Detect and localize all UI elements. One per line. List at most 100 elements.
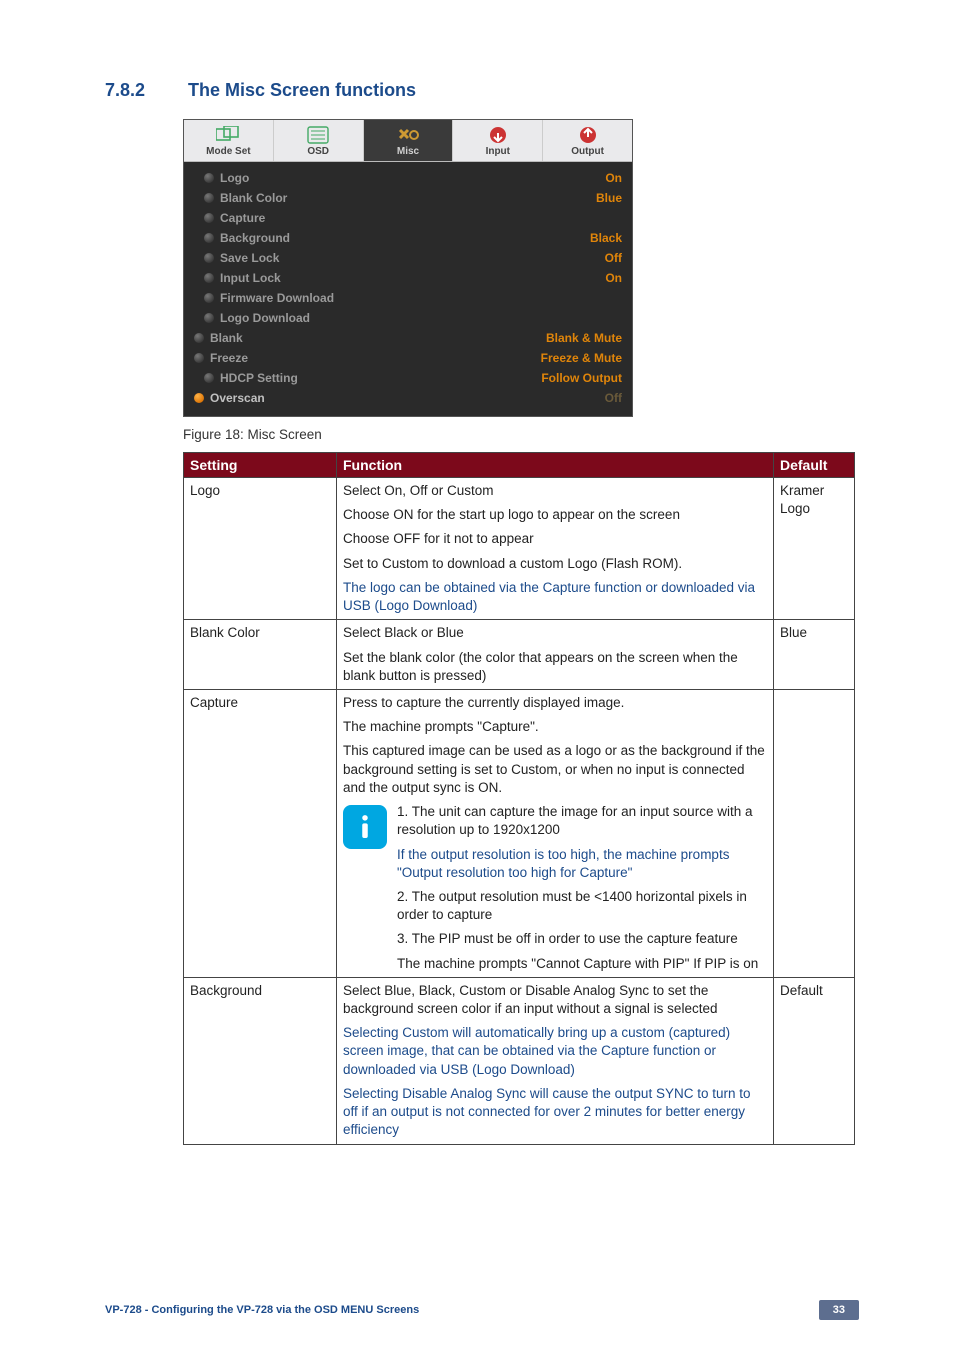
osd-item-label: Firmware Download xyxy=(220,291,622,305)
bullet-icon xyxy=(204,313,214,323)
fn-line: Press to capture the currently displayed… xyxy=(343,694,767,712)
output-icon xyxy=(576,126,600,144)
osd-row[interactable]: BackgroundBlack xyxy=(194,228,622,248)
tab-label: OSD xyxy=(307,146,329,157)
info-note: If the output resolution is too high, th… xyxy=(397,846,767,882)
info-block: 1. The unit can capture the image for an… xyxy=(343,803,767,973)
bullet-icon xyxy=(204,373,214,383)
cell-function: Select Blue, Black, Custom or Disable An… xyxy=(337,977,774,1144)
osd-row[interactable]: BlankBlank & Mute xyxy=(194,328,622,348)
osd-row[interactable]: HDCP SettingFollow Output xyxy=(194,368,622,388)
bullet-icon xyxy=(204,213,214,223)
osd-panel: Mode Set OSD Misc Input Output LogoOn Bl… xyxy=(183,119,633,417)
fn-line: Choose OFF for it not to appear xyxy=(343,530,767,548)
bullet-icon xyxy=(204,233,214,243)
bullet-icon xyxy=(204,293,214,303)
footer-title: VP-728 - Configuring the VP-728 via the … xyxy=(105,1304,419,1316)
osd-row[interactable]: Logo Download xyxy=(194,308,622,328)
osd-item-label: Freeze xyxy=(210,351,541,365)
osd-item-value: On xyxy=(605,171,622,185)
osd-item-label: Logo Download xyxy=(220,311,622,325)
fn-line: The machine prompts "Capture". xyxy=(343,718,767,736)
osd-item-value: Follow Output xyxy=(541,371,622,385)
settings-table: Setting Function Default Logo Select On,… xyxy=(183,452,855,1145)
osd-tabbar: Mode Set OSD Misc Input Output xyxy=(184,120,632,162)
fn-line: Select Black or Blue xyxy=(343,624,767,642)
cell-function: Select On, Off or Custom Choose ON for t… xyxy=(337,478,774,620)
tools-icon xyxy=(396,126,420,144)
osd-item-value: On xyxy=(605,271,622,285)
info-line: 1. The unit can capture the image for an… xyxy=(397,803,767,839)
osd-item-label: Input Lock xyxy=(220,271,605,285)
section-heading: 7.8.2 The Misc Screen functions xyxy=(105,80,859,101)
th-setting: Setting xyxy=(184,453,337,478)
tab-osd[interactable]: OSD xyxy=(274,120,364,161)
cell-default xyxy=(774,689,855,977)
tab-label: Output xyxy=(571,146,604,157)
osd-row[interactable]: Input LockOn xyxy=(194,268,622,288)
osd-item-label: Background xyxy=(220,231,590,245)
tab-input[interactable]: Input xyxy=(453,120,543,161)
osd-item-value: Blank & Mute xyxy=(546,331,622,345)
tab-label: Misc xyxy=(397,146,419,157)
osd-item-value: Off xyxy=(605,251,622,265)
table-row: Logo Select On, Off or Custom Choose ON … xyxy=(184,478,855,620)
cell-setting: Blank Color xyxy=(184,620,337,690)
table-row: Capture Press to capture the currently d… xyxy=(184,689,855,977)
fn-line: Choose ON for the start up logo to appea… xyxy=(343,506,767,524)
tab-label: Input xyxy=(486,146,510,157)
bullet-icon xyxy=(194,393,204,403)
osd-item-value: Freeze & Mute xyxy=(541,351,622,365)
cell-setting: Background xyxy=(184,977,337,1144)
osd-list: LogoOn Blank ColorBlue Capture Backgroun… xyxy=(184,162,632,416)
fn-line: Select On, Off or Custom xyxy=(343,482,767,500)
input-icon xyxy=(486,126,510,144)
bullet-icon xyxy=(194,333,204,343)
osd-item-label: HDCP Setting xyxy=(220,371,541,385)
osd-row[interactable]: Blank ColorBlue xyxy=(194,188,622,208)
fn-note: Selecting Disable Analog Sync will cause… xyxy=(343,1085,767,1140)
info-line: 3. The PIP must be off in order to use t… xyxy=(397,930,767,948)
fn-note: The logo can be obtained via the Capture… xyxy=(343,579,767,615)
osd-row[interactable]: Firmware Download xyxy=(194,288,622,308)
table-row: Blank Color Select Black or Blue Set the… xyxy=(184,620,855,690)
osd-row[interactable]: OverscanOff xyxy=(194,388,622,408)
tab-label: Mode Set xyxy=(206,146,250,157)
osd-item-label: Overscan xyxy=(210,391,605,405)
cell-setting: Logo xyxy=(184,478,337,620)
section-number: 7.8.2 xyxy=(105,80,183,101)
osd-item-value: Black xyxy=(590,231,622,245)
osd-item-label: Blank xyxy=(210,331,546,345)
osd-item-label: Blank Color xyxy=(220,191,596,205)
info-line: The machine prompts "Cannot Capture with… xyxy=(397,955,767,973)
osd-item-label: Save Lock xyxy=(220,251,605,265)
cell-default: Default xyxy=(774,977,855,1144)
fn-line: Set to Custom to download a custom Logo … xyxy=(343,555,767,573)
table-row: Background Select Blue, Black, Custom or… xyxy=(184,977,855,1144)
tab-mode-set[interactable]: Mode Set xyxy=(184,120,274,161)
bullet-icon xyxy=(204,253,214,263)
cell-default: Blue xyxy=(774,620,855,690)
osd-row[interactable]: FreezeFreeze & Mute xyxy=(194,348,622,368)
info-icon xyxy=(343,805,387,849)
fn-line: This captured image can be used as a log… xyxy=(343,742,767,797)
osd-row[interactable]: Save LockOff xyxy=(194,248,622,268)
cell-function: Select Black or Blue Set the blank color… xyxy=(337,620,774,690)
fn-line: Set the blank color (the color that appe… xyxy=(343,649,767,685)
bullet-icon xyxy=(194,353,204,363)
osd-item-value: Off xyxy=(605,391,622,405)
fn-line: Select Blue, Black, Custom or Disable An… xyxy=(343,982,767,1018)
bullet-icon xyxy=(204,273,214,283)
page-footer: VP-728 - Configuring the VP-728 via the … xyxy=(105,1300,859,1320)
bullet-icon xyxy=(204,173,214,183)
section-title: The Misc Screen functions xyxy=(188,80,416,100)
tab-output[interactable]: Output xyxy=(543,120,632,161)
osd-row[interactable]: Capture xyxy=(194,208,622,228)
osd-item-label: Capture xyxy=(220,211,622,225)
tab-misc[interactable]: Misc xyxy=(364,120,454,161)
osd-item-label: Logo xyxy=(220,171,605,185)
info-line: 2. The output resolution must be <1400 h… xyxy=(397,888,767,924)
menu-icon xyxy=(306,126,330,144)
osd-row[interactable]: LogoOn xyxy=(194,168,622,188)
cell-function: Press to capture the currently displayed… xyxy=(337,689,774,977)
